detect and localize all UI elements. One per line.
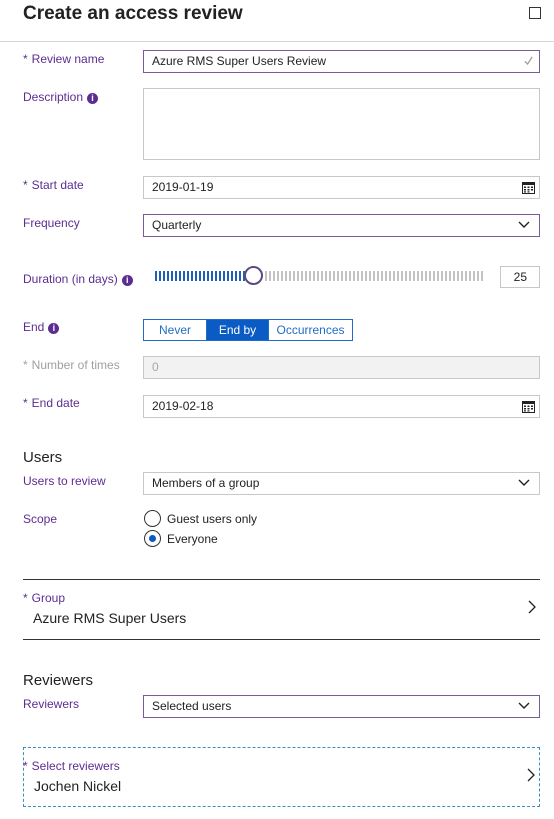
info-icon[interactable]: i — [48, 323, 60, 334]
duration-label: Duration (in days) i — [23, 272, 133, 286]
scope-radio-guest[interactable] — [144, 510, 161, 527]
chevron-down-icon — [518, 479, 530, 486]
end-date-label: * End date — [23, 396, 80, 410]
chevron-right-icon — [527, 768, 535, 782]
calendar-icon[interactable] — [522, 400, 535, 413]
group-bottom-border — [23, 639, 540, 640]
users-heading: Users — [23, 449, 63, 466]
group-value: Azure RMS Super Users — [33, 610, 187, 626]
select-reviewers-picker[interactable]: * Select reviewers Jochen Nickel — [23, 747, 540, 807]
end-option-end-by[interactable]: End by — [207, 320, 269, 340]
start-date-value: 2019-01-19 — [152, 180, 214, 194]
chevron-down-icon — [518, 702, 530, 709]
select-reviewers-label: * Select reviewers — [23, 759, 120, 773]
end-label: End i — [23, 320, 60, 334]
required-marker: * — [23, 358, 28, 372]
check-icon — [524, 56, 533, 66]
number-of-times-input: 0 — [143, 356, 540, 379]
reviewers-heading: Reviewers — [23, 672, 94, 689]
calendar-icon[interactable] — [522, 181, 535, 194]
scope-label: Scope — [23, 512, 58, 526]
group-picker[interactable]: * Group Azure RMS Super Users — [23, 580, 540, 639]
info-icon[interactable]: i — [121, 275, 133, 286]
end-toggle: Never End by Occurrences — [143, 319, 353, 341]
info-icon[interactable]: i — [87, 93, 99, 104]
reviewers-value: Selected users — [152, 699, 232, 713]
scope-radio-everyone[interactable] — [144, 530, 161, 547]
group-label: * Group — [23, 591, 66, 605]
required-marker: * — [23, 52, 28, 66]
review-name-input[interactable]: Azure RMS Super Users Review — [143, 50, 540, 73]
review-name-value: Azure RMS Super Users Review — [152, 54, 327, 68]
select-reviewers-value: Jochen Nickel — [34, 778, 122, 794]
frequency-value: Quarterly — [152, 218, 202, 232]
description-textarea[interactable] — [143, 88, 540, 160]
description-label: Description i — [23, 90, 99, 104]
chevron-down-icon — [518, 221, 530, 228]
reviewers-label: Reviewers — [23, 697, 80, 711]
frequency-label: Frequency — [23, 216, 80, 230]
chevron-right-icon — [528, 600, 536, 614]
required-marker: * — [23, 591, 28, 605]
reviewers-select[interactable]: Selected users — [143, 695, 540, 718]
scope-option-guest-label: Guest users only — [167, 512, 258, 526]
review-name-label: * Review name — [23, 52, 105, 66]
header-divider — [0, 41, 554, 42]
duration-input[interactable]: 25 — [500, 266, 540, 288]
end-date-input[interactable]: 2019-02-18 — [143, 395, 540, 418]
required-marker: * — [23, 759, 28, 773]
users-to-review-value: Members of a group — [152, 476, 260, 490]
start-date-input[interactable]: 2019-01-19 — [143, 176, 540, 199]
duration-slider[interactable] — [155, 266, 485, 286]
slider-filled-track — [155, 271, 247, 281]
users-to-review-select[interactable]: Members of a group — [143, 472, 540, 495]
users-to-review-label: Users to review — [23, 474, 106, 488]
end-option-occurrences[interactable]: Occurrences — [269, 320, 352, 340]
required-marker: * — [23, 178, 28, 192]
scope-option-everyone-label: Everyone — [167, 532, 218, 546]
slider-empty-track — [265, 271, 485, 281]
maximize-icon[interactable] — [529, 7, 541, 19]
required-marker: * — [23, 396, 28, 410]
end-option-never[interactable]: Never — [144, 320, 207, 340]
page-title: Create an access review — [23, 3, 243, 24]
number-of-times-label: * Number of times — [23, 358, 120, 372]
start-date-label: * Start date — [23, 178, 84, 192]
slider-thumb[interactable] — [244, 266, 263, 285]
end-date-value: 2019-02-18 — [152, 399, 214, 413]
frequency-select[interactable]: Quarterly — [143, 214, 540, 237]
